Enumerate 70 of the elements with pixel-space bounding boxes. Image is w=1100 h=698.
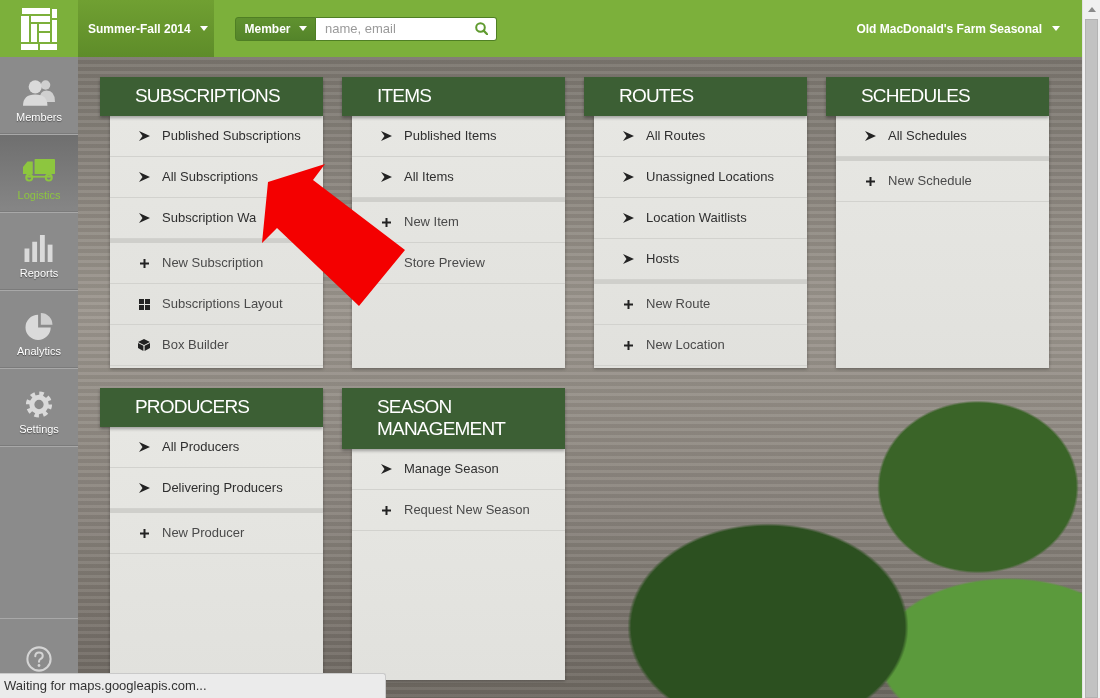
arrowhead-icon [622,213,634,223]
cube-icon [138,339,150,351]
menu-link[interactable]: New Item [380,214,459,230]
arrowhead-icon [138,172,150,182]
truck-icon [23,157,55,184]
caret-icon [298,26,307,31]
menu-link[interactable]: Manage Season [380,461,499,477]
menu-link[interactable]: Box Builder [138,337,229,353]
menu-link[interactable]: New Producer [138,525,245,541]
arrowhead-icon [138,483,150,493]
plus-icon [865,176,875,186]
menu-link[interactable]: New Schedule [864,173,972,189]
menu-link[interactable]: New Route [622,296,711,312]
plus-icon [623,299,633,309]
plus-icon [139,258,149,268]
bar-chart-icon [23,235,55,262]
plus-icon [381,217,391,227]
panel-header: SUBSCRIPTIONS [100,77,323,116]
logo-icon[interactable] [21,7,57,50]
menu-link[interactable]: Subscriptions Layout [138,296,283,312]
menu-link[interactable]: New Subscription [138,255,264,271]
plus-icon [139,528,149,538]
panel-header: SCHEDULES [826,77,1049,116]
arrowhead-icon [380,464,392,474]
menu-link[interactable]: All Routes [622,128,706,144]
menu-link[interactable]: All Subscriptions [138,169,259,185]
arrowhead-icon [380,172,392,182]
menu-link[interactable]: New Location [622,337,725,353]
menu-link[interactable]: All Schedules [864,128,967,144]
plus-icon [381,505,391,515]
menu-link[interactable]: All Items [380,169,454,185]
menu-link[interactable]: Delivering Producers [138,480,283,496]
arrowhead-icon [138,131,150,141]
gear-icon [23,391,55,418]
people-icon [23,79,55,106]
panel-header: ROUTES [584,77,807,116]
menu-link[interactable]: Published Items [380,128,497,144]
panel-header: PRODUCERS [100,388,323,427]
help-icon[interactable] [26,645,52,672]
scrollbar-thumb[interactable] [1085,19,1098,698]
search-field[interactable]: name, email [316,16,469,41]
arrowhead-icon [622,172,634,182]
menu-link[interactable]: Location Waitlists [622,210,747,226]
arrowhead-icon [138,213,150,223]
menu-link[interactable]: Store Preview [404,255,485,271]
search-icon [475,22,488,35]
arrowhead-icon [622,131,634,141]
menu-link[interactable]: Published Subscriptions [138,128,301,144]
arrowhead-icon [138,442,150,452]
menu-link[interactable]: Hosts [622,251,680,267]
scope-dropdown[interactable]: Member [235,16,316,41]
plus-icon [623,340,633,350]
arrowhead-icon [622,254,634,264]
scrollbar[interactable] [1082,0,1100,698]
search-button[interactable] [469,16,497,41]
season-dropdown[interactable]: Summer-Fall 2014 [78,0,214,57]
menu-link[interactable]: Request New Season [380,502,530,518]
arrowhead-icon [864,131,876,141]
panel-header: SEASON MANAGEMENT [342,388,565,449]
arrowhead-icon [380,131,392,141]
menu-link[interactable]: Unassigned Locations [622,169,774,185]
caret-icon [1052,26,1060,31]
menu-link[interactable]: All Producers [138,439,240,455]
grid-icon [138,298,150,310]
status-bar: Waiting for maps.googleapis.com... [0,673,386,698]
pie-chart-icon [23,313,55,340]
panel-header: ITEMS [342,77,565,116]
scroll-up-icon[interactable] [1087,7,1096,12]
caret-icon [199,26,208,31]
menu-link[interactable]: Subscription Wa [138,210,257,226]
